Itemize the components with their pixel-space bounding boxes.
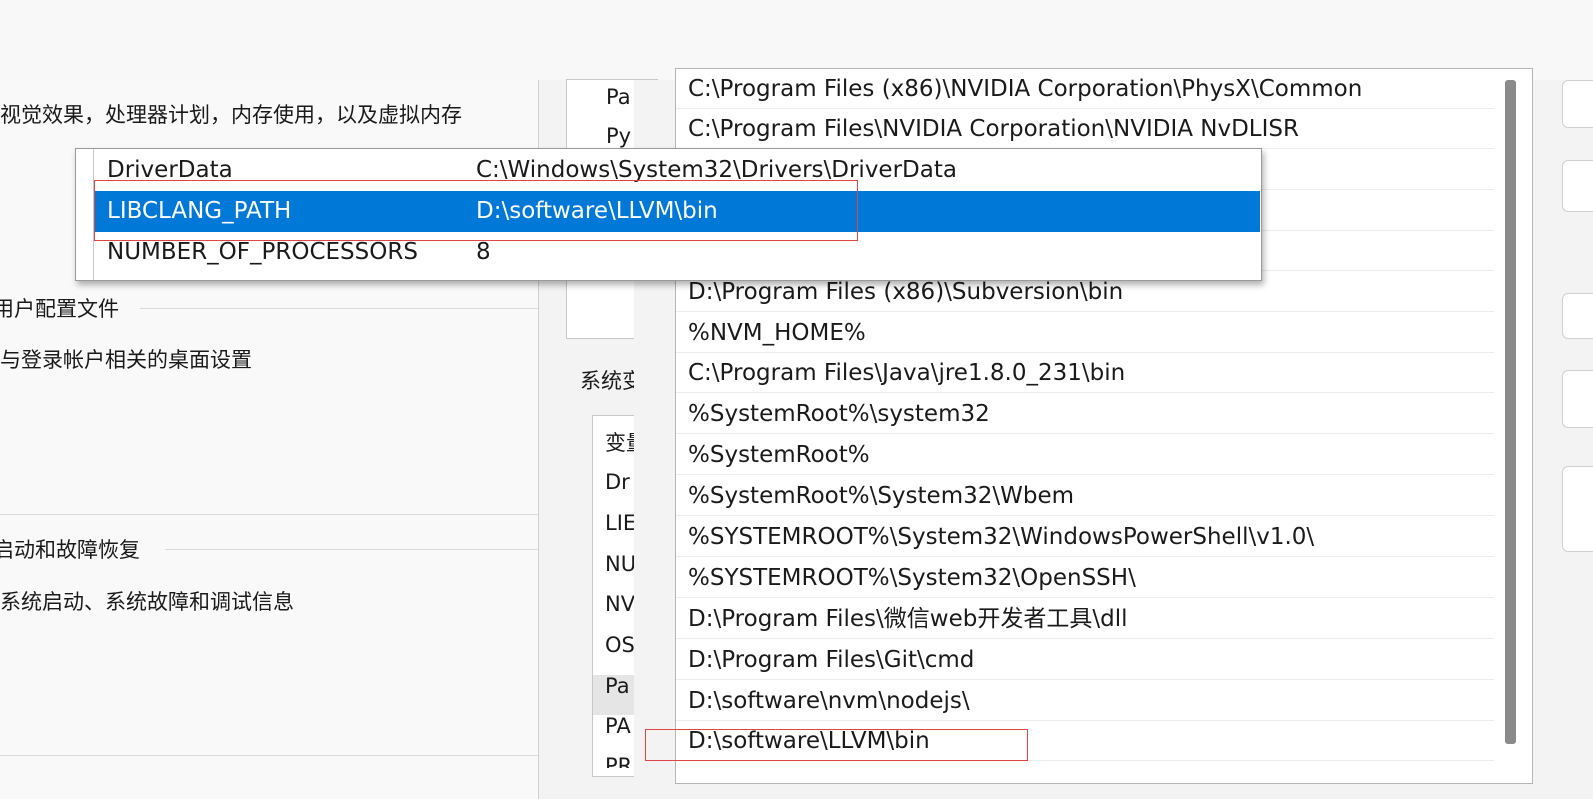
highlight-libclang-path — [94, 180, 858, 241]
startup-recovery-description: 系统启动、系统故障和调试信息 — [0, 590, 294, 614]
system-var-row[interactable]: OS — [605, 633, 635, 657]
user-profiles-title: 用户配置文件 — [0, 297, 119, 321]
table-header[interactable]: 变量 — [605, 427, 635, 457]
path-entry[interactable]: C:\Program Files\NVIDIA Corporation\NVID… — [676, 109, 1494, 149]
path-entry[interactable]: %SYSTEMROOT%\System32\WindowsPowerShell\… — [676, 517, 1494, 557]
user-profiles-description: 与登录帐户相关的桌面设置 — [0, 348, 252, 372]
user-var-row[interactable]: Pa — [606, 85, 636, 109]
startup-recovery-title: 启动和故障恢复 — [0, 538, 140, 562]
system-var-row[interactable]: PR — [605, 754, 635, 768]
system-var-row-path[interactable]: Pa — [605, 674, 635, 698]
system-var-row[interactable]: NV — [605, 592, 635, 616]
path-entry[interactable]: %NVM_HOME% — [676, 313, 1494, 353]
group-divider — [0, 755, 538, 756]
performance-description: 视觉效果，处理器计划，内存使用，以及虚拟内存 — [0, 103, 462, 127]
path-entry[interactable]: %SystemRoot%\system32 — [676, 394, 1494, 434]
user-var-row[interactable]: Py — [606, 124, 636, 148]
move-down-button[interactable] — [1562, 370, 1593, 428]
path-entry[interactable]: D:\software\nvm\nodejs\ — [676, 681, 1494, 721]
edit-text-button[interactable] — [1562, 466, 1593, 552]
edit-button[interactable] — [1562, 160, 1593, 212]
path-entry[interactable]: %SystemRoot% — [676, 435, 1494, 475]
path-entry[interactable]: C:\Program Files\Java\jre1.8.0_231\bin — [676, 353, 1494, 393]
system-var-row[interactable]: Dr — [605, 470, 635, 494]
system-var-row[interactable]: NU — [605, 552, 635, 576]
system-var-row[interactable]: PA — [605, 714, 635, 738]
path-entry[interactable]: C:\Program Files (x86)\NVIDIA Corporatio… — [676, 69, 1494, 109]
group-divider — [0, 514, 538, 515]
move-up-button[interactable] — [1562, 293, 1593, 339]
path-entry[interactable]: %SystemRoot%\System32\Wbem — [676, 476, 1494, 516]
path-list-scrollbar[interactable] — [1505, 80, 1516, 744]
path-entry[interactable]: D:\Program Files\微信web开发者工具\dll — [676, 599, 1494, 639]
system-variables-label: 系统变量 — [580, 369, 640, 393]
new-button[interactable] — [1562, 80, 1593, 128]
highlight-llvm-bin-entry — [645, 729, 1028, 761]
group-divider — [165, 549, 538, 550]
path-entry[interactable]: %SYSTEMROOT%\System32\OpenSSH\ — [676, 558, 1494, 598]
group-divider — [140, 308, 538, 309]
path-entry[interactable]: D:\Program Files\Git\cmd — [676, 640, 1494, 680]
system-var-row[interactable]: LIE — [605, 511, 635, 535]
